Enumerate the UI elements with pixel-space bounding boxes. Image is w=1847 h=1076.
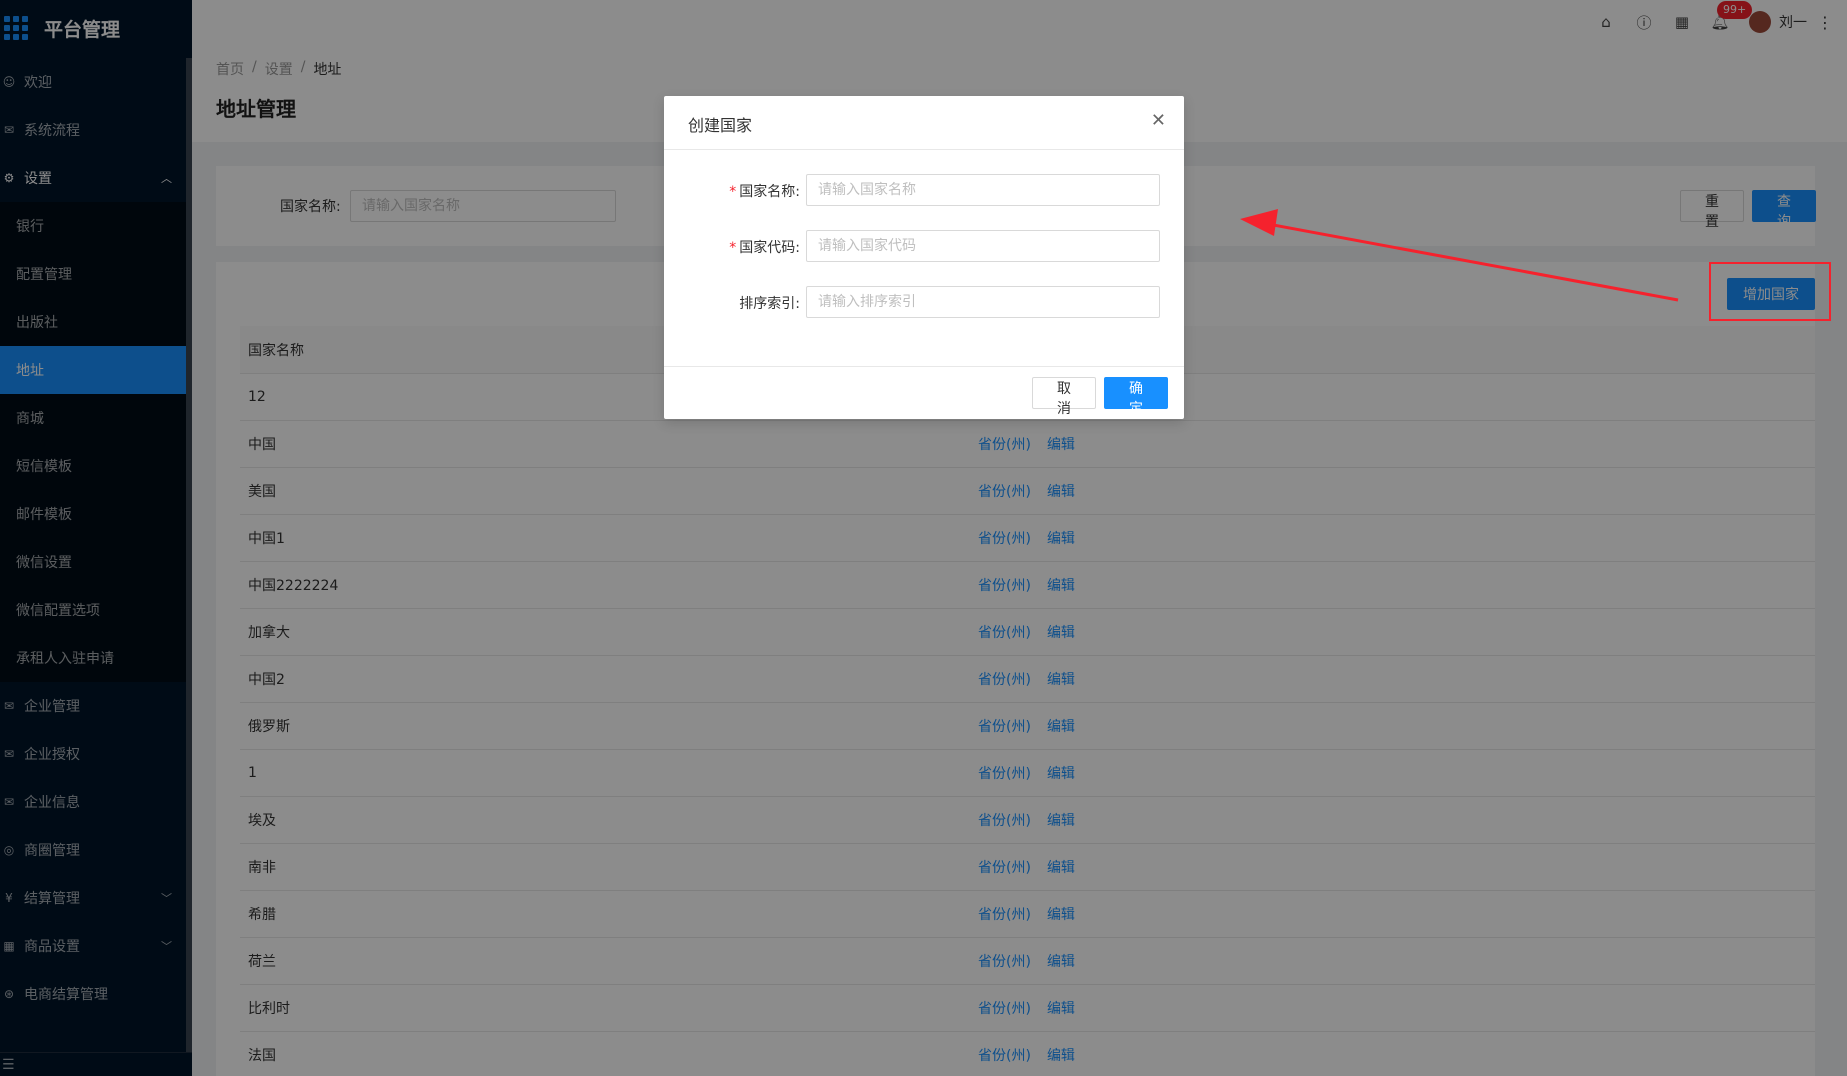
- field-label-text: 国家代码:: [739, 240, 800, 256]
- close-icon[interactable]: ✕: [1151, 110, 1166, 131]
- modal-header: 创建国家 ✕: [664, 96, 1184, 150]
- required-mark: *: [729, 184, 737, 200]
- cancel-button[interactable]: 取 消: [1032, 377, 1096, 417]
- field-label-text: 排序索引:: [739, 296, 800, 312]
- form-label: 排序索引:: [739, 293, 800, 313]
- form-row-country-name: * 国家名称:: [664, 174, 1184, 206]
- sort-index-field[interactable]: [806, 286, 1160, 318]
- create-country-modal: 创建国家 ✕ *国家名称: *国家代码: 排序索引: 取 消 确 定: [664, 96, 1184, 419]
- required-mark: *: [729, 240, 737, 256]
- annotation-highlight-box: [1709, 262, 1831, 321]
- form-label: * 国家名称:: [729, 181, 800, 201]
- form-label: * 国家代码:: [729, 237, 800, 257]
- confirm-button[interactable]: 确 定: [1104, 377, 1168, 417]
- form-row-sort-index: 排序索引:: [664, 286, 1184, 318]
- country-name-field[interactable]: [806, 174, 1160, 206]
- form-row-country-code: * 国家代码:: [664, 230, 1184, 262]
- country-code-field[interactable]: [806, 230, 1160, 262]
- field-label-text: 国家名称:: [739, 184, 800, 200]
- modal-title: 创建国家: [688, 116, 753, 135]
- modal-footer: 取 消 确 定: [664, 366, 1184, 419]
